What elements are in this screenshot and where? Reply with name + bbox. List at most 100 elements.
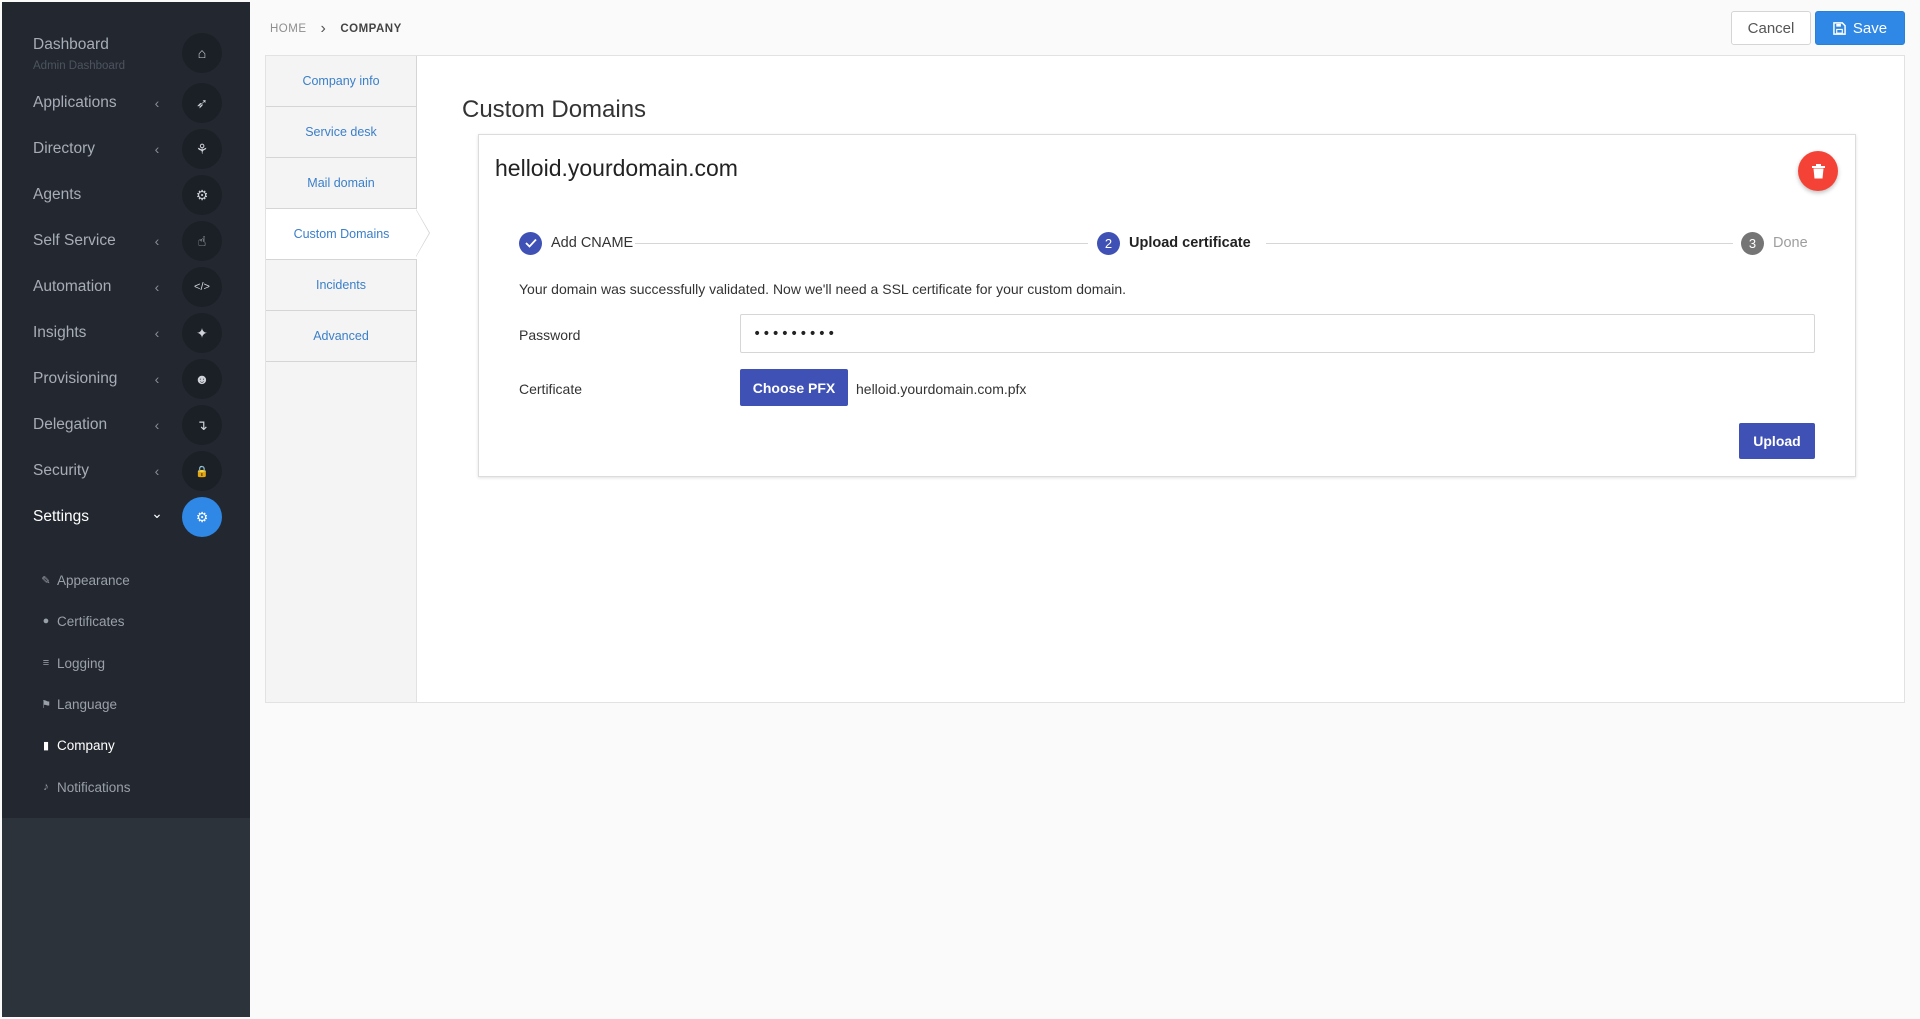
sidebar-item-label: Automation [33, 278, 112, 295]
delete-domain-button[interactable] [1798, 151, 1838, 191]
trash-icon [1811, 163, 1825, 178]
stepper-connector [1266, 243, 1733, 244]
chevron-left-icon: ‹ [154, 279, 160, 295]
code-icon: </> [182, 267, 222, 307]
gear-icon: ⚙ [182, 497, 222, 537]
choose-pfx-button[interactable]: Choose PFX [740, 369, 848, 406]
chevron-left-icon: ‹ [154, 325, 160, 341]
section-title: Custom Domains [462, 96, 647, 123]
sidebar-item-label: Dashboard [33, 36, 109, 53]
save-label: Save [1852, 19, 1888, 37]
sidebar-subitem-appearance[interactable]: ✎ Appearance [40, 569, 130, 591]
sidebar-item-label: Applications [33, 94, 117, 111]
domain-title: helloid.yourdomain.com [495, 155, 738, 181]
tab-mail-domain[interactable]: Mail domain [266, 158, 417, 209]
sidebar-item-label: Agents [33, 186, 82, 203]
certificate-label: Certificate [519, 381, 583, 397]
bell-icon: ♪ [43, 781, 49, 793]
step-done: 3 Done [1741, 231, 1808, 255]
sidebar-item-automation[interactable]: Automation ‹ </> [2, 264, 250, 310]
sidebar-item-agents[interactable]: Agents ⚙ [2, 172, 250, 218]
sidebar-main-nav: Dashboard ⌂ Admin Dashboard Applications… [2, 2, 250, 818]
sidebar-item-label: Insights [33, 324, 87, 341]
save-button[interactable]: Save [1815, 11, 1905, 45]
sidebar-item-insights[interactable]: Insights ‹ ✦ [2, 310, 250, 356]
step-add-cname: Add CNAME [519, 231, 633, 255]
chevron-right-icon: › [320, 20, 327, 37]
breadcrumb-current: COMPANY [340, 23, 402, 35]
sidebar-item-label: Self Service [33, 232, 116, 249]
chevron-left-icon: ‹ [154, 417, 160, 433]
tab-incidents[interactable]: Incidents [266, 260, 417, 311]
chevron-left-icon: ‹ [154, 463, 160, 479]
active-tab-arrow-fill [416, 210, 429, 256]
floppy-disk-icon [1833, 21, 1846, 35]
paint-brush-icon: ✎ [41, 574, 51, 587]
password-label: Password [519, 327, 581, 343]
cogs-icon: ⚙ [182, 175, 222, 215]
upload-button[interactable]: Upload [1739, 423, 1815, 459]
sidebar: Dashboard ⌂ Admin Dashboard Applications… [2, 2, 250, 1017]
tab-custom-domains[interactable]: Custom Domains [266, 209, 417, 260]
sidebar-item-provisioning[interactable]: Provisioning ‹ ☻ [2, 356, 250, 402]
chevron-left-icon: ‹ [154, 371, 160, 387]
sidebar-item-label: Provisioning [33, 370, 118, 387]
validation-message: Your domain was successfully validated. … [519, 281, 1127, 297]
building-icon: ▮ [42, 739, 50, 752]
chevron-left-icon: ‹ [154, 233, 160, 249]
certificate-icon: ● [42, 615, 50, 627]
sidebar-item-label: Directory [33, 140, 96, 157]
company-settings-panel: Company info Service desk Mail domain Cu… [265, 55, 1905, 703]
database-icon: ≡ [42, 657, 50, 669]
chevron-left-icon: ‹ [154, 95, 160, 111]
checkmark-icon [519, 231, 542, 255]
tab-company-info[interactable]: Company info [266, 56, 417, 107]
chevron-left-icon: ‹ [154, 141, 160, 157]
sidebar-item-label: Security [33, 462, 89, 479]
sidebar-item-applications[interactable]: Applications ‹ ➶ [2, 80, 250, 126]
sidebar-subitem-label: Logging [57, 655, 106, 671]
sidebar-item-settings[interactable]: Settings ⌄ ⚙ [2, 494, 250, 540]
cancel-button[interactable]: Cancel [1731, 11, 1811, 45]
step-label: Done [1773, 235, 1808, 251]
tab-advanced[interactable]: Advanced [266, 311, 417, 362]
dashboard-subtitle: Admin Dashboard [33, 60, 126, 72]
sidebar-item-self-service[interactable]: Self Service ‹ ☝ [2, 218, 250, 264]
sidebar-subitem-notifications[interactable]: ♪ Notifications [40, 776, 131, 798]
sidebar-subitem-label: Company [57, 737, 115, 753]
sidebar-item-label: Settings [33, 508, 90, 525]
sitemap-icon: ⚘ [182, 129, 222, 169]
lightbulb-icon: ✦ [182, 313, 222, 353]
sidebar-subitem-label: Notifications [57, 779, 131, 795]
hand-pointer-icon: ☝ [182, 221, 222, 261]
chevron-down-icon: ⌄ [151, 505, 163, 521]
level-down-icon: ↴ [182, 405, 222, 445]
sidebar-subitem-company[interactable]: ▮ Company [40, 734, 115, 756]
step-label: Upload certificate [1129, 235, 1251, 251]
sidebar-subitem-certificates[interactable]: ● Certificates [40, 610, 125, 632]
step-number: 3 [1741, 231, 1764, 255]
home-icon: ⌂ [182, 33, 222, 73]
step-label: Add CNAME [551, 235, 634, 251]
lock-icon: 🔒 [182, 451, 222, 491]
sidebar-item-security[interactable]: Security ‹ 🔒 [2, 448, 250, 494]
sidebar-subitem-label: Language [57, 696, 118, 712]
step-number: 2 [1097, 231, 1120, 255]
stepper-connector [635, 243, 1088, 244]
step-upload-certificate: 2 Upload certificate [1097, 231, 1251, 255]
sidebar-item-directory[interactable]: Directory ‹ ⚘ [2, 126, 250, 172]
sidebar-subitem-logging[interactable]: ≡ Logging [40, 652, 105, 674]
sidebar-subitem-label: Appearance [57, 572, 130, 588]
sidebar-item-label: Delegation [33, 416, 108, 433]
password-field[interactable] [740, 314, 1815, 353]
sidebar-subitem-label: Certificates [57, 613, 125, 629]
sidebar-subitem-language[interactable]: ⚑ Language [40, 693, 117, 715]
settings-tabs: Company info Service desk Mail domain Cu… [266, 56, 417, 702]
users-icon: ☻ [182, 359, 222, 399]
language-icon: ⚑ [41, 698, 51, 711]
rocket-icon: ➶ [182, 83, 222, 123]
breadcrumb-home[interactable]: HOME [270, 23, 307, 35]
breadcrumb: HOME › COMPANY [270, 20, 402, 38]
tab-service-desk[interactable]: Service desk [266, 107, 417, 158]
sidebar-item-delegation[interactable]: Delegation ‹ ↴ [2, 402, 250, 448]
